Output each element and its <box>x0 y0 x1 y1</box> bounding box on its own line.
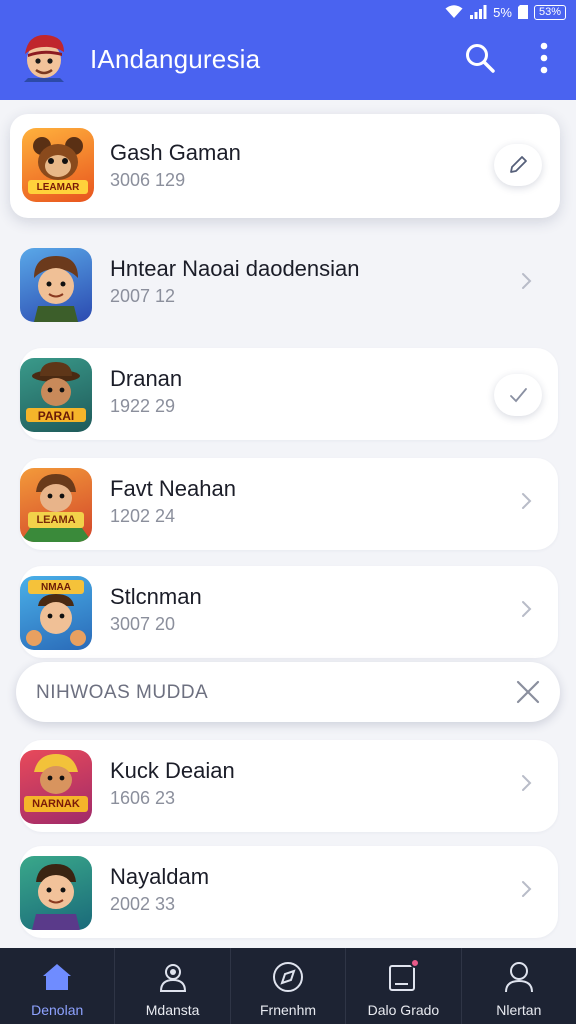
chevron-right-icon[interactable] <box>516 598 536 620</box>
home-icon <box>43 964 72 990</box>
mascot-avatar-icon <box>24 34 64 82</box>
game-thumbnail: LEAMA <box>20 468 92 542</box>
list-item[interactable]: Nayaldam 2002 33 <box>20 846 558 938</box>
check-button[interactable] <box>494 374 542 416</box>
item-subtitle: 2007 12 <box>110 286 176 306</box>
item-subtitle: 1922 29 <box>110 396 176 416</box>
chevron-right-icon[interactable] <box>516 270 536 292</box>
thumbnail-label: LEAMAR <box>36 182 80 193</box>
game-character-icon <box>32 864 80 930</box>
thumbnail-label: NARNAK <box>32 798 80 810</box>
list-item[interactable]: LEAMAR Gash Gaman 3006 129 <box>10 114 560 218</box>
game-thumbnail: LEAMAR <box>22 128 94 202</box>
item-subtitle: 1202 24 <box>110 506 176 526</box>
list-item[interactable]: NMAA Stlcnman 3007 20 <box>20 566 558 658</box>
compass-icon <box>273 962 304 992</box>
item-title: Gash Gaman <box>110 140 241 165</box>
search-button[interactable] <box>462 40 498 76</box>
search-pill-text: NIHWOAS MUDDA <box>36 682 209 703</box>
game-character-icon <box>24 754 88 812</box>
user-icon <box>504 962 533 993</box>
nav-label: Nlertan <box>496 1002 542 1018</box>
item-title: Nayaldam <box>110 864 210 889</box>
chevron-right-icon[interactable] <box>516 490 536 512</box>
list-item[interactable]: LEAMA Favt Neahan 1202 24 <box>20 458 558 550</box>
nav-item-dalo-grado[interactable]: Dalo Grado <box>346 948 462 1024</box>
item-subtitle: 2002 33 <box>110 894 176 914</box>
thumbnail-label: PARAI <box>37 409 75 423</box>
game-thumbnail: PARAI <box>20 358 92 432</box>
nav-label: Denolan <box>31 1002 84 1018</box>
item-title: Hntear Naoai daodensian <box>110 256 360 281</box>
nav-label: Frnenhm <box>260 1002 317 1018</box>
game-thumbnail: NMAA <box>20 576 92 650</box>
app-avatar[interactable] <box>20 30 68 82</box>
item-subtitle: 3007 20 <box>110 614 176 634</box>
thumbnail-label: NMAA <box>41 582 71 593</box>
list-item[interactable]: PARAI Dranan 1922 29 <box>20 348 558 440</box>
wifi-icon <box>445 5 463 18</box>
item-title: Kuck Deaian <box>110 758 235 783</box>
signal-icon <box>470 5 487 19</box>
search-icon <box>466 44 495 73</box>
game-character-icon <box>34 256 78 322</box>
item-subtitle: 1606 23 <box>110 788 176 808</box>
edit-icon <box>510 156 527 173</box>
item-title: Dranan <box>110 366 183 391</box>
item-subtitle: 3006 129 <box>110 170 186 190</box>
status-bar: 5% 53% <box>445 2 566 22</box>
list-item[interactable]: Hntear Naoai daodensian 2007 12 <box>20 238 558 330</box>
battery-indicator: 53% <box>533 4 566 20</box>
game-thumbnail <box>20 856 92 930</box>
chevron-right-icon[interactable] <box>516 878 536 900</box>
bottom-navigation: Denolan Mdansta Frnenhm Dalo Grado Nlert… <box>0 948 576 1024</box>
game-character-icon <box>20 474 92 542</box>
nav-item-nlertan[interactable]: Nlertan <box>462 948 576 1024</box>
nav-item-denolan[interactable]: Denolan <box>0 948 116 1024</box>
edit-button[interactable] <box>494 144 542 186</box>
overflow-menu-button[interactable] <box>526 40 562 76</box>
nav-item-frnenhm[interactable]: Frnenhm <box>231 948 347 1024</box>
more-vertical-icon <box>540 42 548 74</box>
search-pill[interactable]: NIHWOAS MUDDA <box>16 662 560 722</box>
app-title: IAndanguresia <box>90 44 261 74</box>
app-bar: 5% 53% IAndanguresia <box>0 0 576 100</box>
chevron-right-icon[interactable] <box>516 772 536 794</box>
check-icon <box>510 388 527 403</box>
nav-item-mdansta[interactable]: Mdansta <box>115 948 231 1024</box>
profile-badge-icon <box>159 964 186 992</box>
sd-card-icon <box>517 5 528 19</box>
game-thumbnail <box>20 248 92 322</box>
nav-label: Mdansta <box>145 1002 200 1018</box>
signal-percent: 5% <box>493 4 512 20</box>
thumbnail-label: LEAMA <box>36 514 76 526</box>
item-title: Stlcnman <box>110 584 202 609</box>
item-title: Favt Neahan <box>110 476 236 501</box>
game-thumbnail: NARNAK <box>20 750 92 824</box>
nav-label: Dalo Grado <box>367 1002 440 1018</box>
close-icon[interactable] <box>514 678 542 706</box>
list-item[interactable]: NARNAK Kuck Deaian 1606 23 <box>20 740 558 832</box>
